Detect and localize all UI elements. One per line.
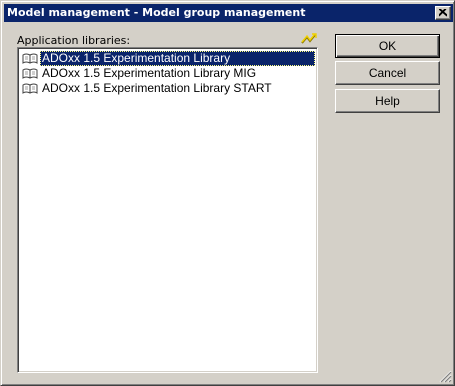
application-libraries-label: Application libraries: xyxy=(17,34,131,47)
resize-grip-icon[interactable] xyxy=(439,370,452,383)
list-item-label: ADOxx 1.5 Experimentation Library START xyxy=(42,81,272,95)
list-item[interactable]: ADOxx 1.5 Experimentation Library MIG xyxy=(21,66,315,81)
application-libraries-list[interactable]: ADOxx 1.5 Experimentation Library ADOxx … xyxy=(17,47,318,373)
list-item[interactable]: ADOxx 1.5 Experimentation Library START xyxy=(21,81,315,96)
cancel-button[interactable]: Cancel xyxy=(335,61,440,85)
list-item-label: ADOxx 1.5 Experimentation Library MIG xyxy=(42,66,257,80)
book-icon xyxy=(22,83,38,94)
list-item[interactable]: ADOxx 1.5 Experimentation Library xyxy=(21,51,315,66)
window-title: Model management - Model group managemen… xyxy=(7,6,306,19)
book-icon xyxy=(22,68,38,79)
book-icon xyxy=(22,53,38,64)
title-bar[interactable]: Model management - Model group managemen… xyxy=(4,4,453,22)
list-item-label: ADOxx 1.5 Experimentation Library xyxy=(42,51,231,65)
refresh-icon[interactable] xyxy=(301,33,317,45)
help-button[interactable]: Help xyxy=(335,89,440,113)
dialog-window: Model management - Model group managemen… xyxy=(0,0,455,386)
close-button[interactable] xyxy=(435,6,451,20)
close-icon xyxy=(439,9,447,17)
ok-button[interactable]: OK xyxy=(335,34,440,58)
